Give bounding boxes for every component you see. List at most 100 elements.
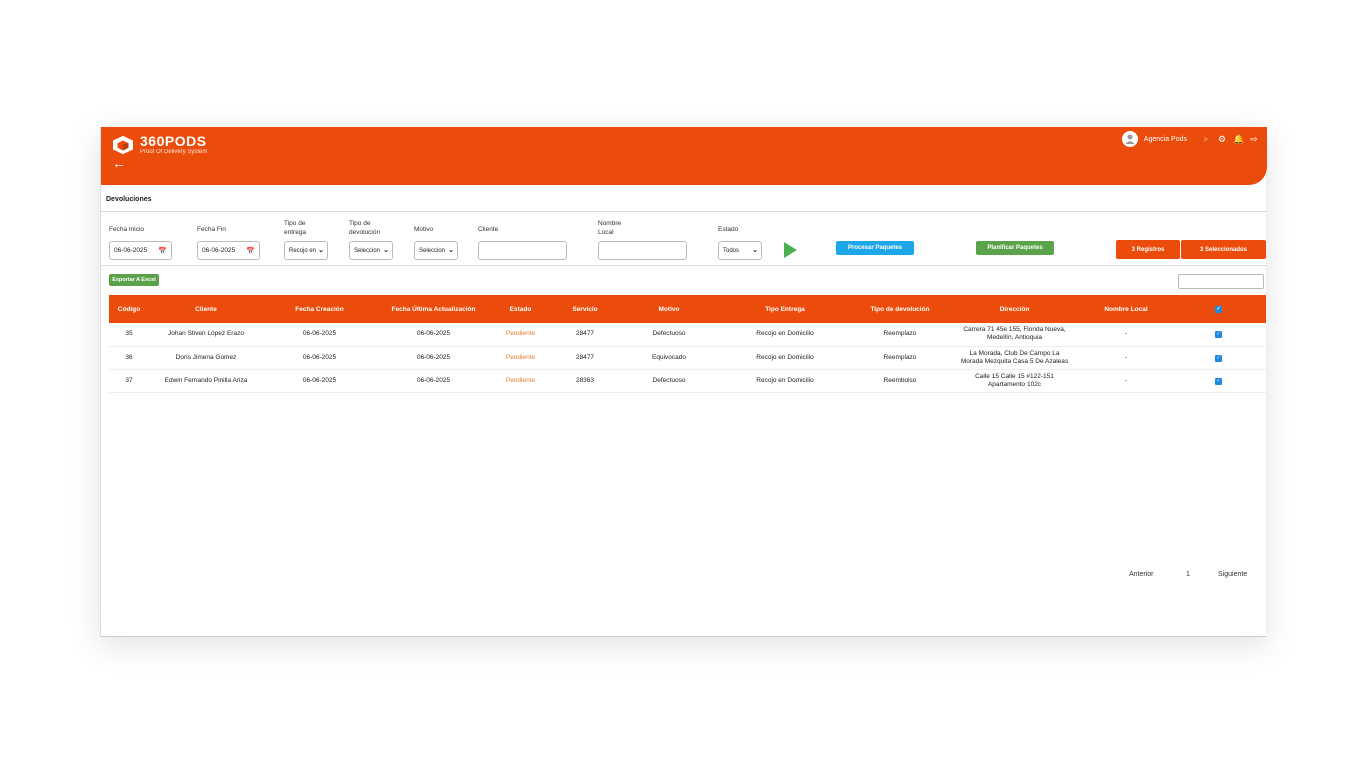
checkbox-checked-icon[interactable]: ✓: [1215, 377, 1222, 385]
cell-select[interactable]: ✓: [1171, 346, 1266, 370]
fecha-fin-label: Fecha Fin: [197, 226, 226, 233]
direccion-line2: Morada Mezquita Casa 5 De Azaleas: [960, 357, 1069, 365]
procesar-paquetes-button[interactable]: Procesar Paquetes: [836, 241, 914, 255]
table-row[interactable]: 36 Doris Jimena Gomez 06-06-2025 06-06-2…: [109, 346, 1266, 370]
motivo-select[interactable]: Seleccion ⌄: [414, 241, 458, 260]
header-tipo-entrega[interactable]: Tipo Entrega: [718, 295, 852, 323]
tipo-devolucion-label-line1: Tipo de: [349, 220, 371, 227]
cell-direccion: Carrera 71 45e 155, Florida Nueva, Medell…: [948, 323, 1081, 347]
tipo-entrega-label: Tipo de entrega: [284, 219, 306, 237]
cell-motivo: Equivocado: [620, 346, 718, 370]
nombre-local-input[interactable]: [598, 241, 687, 260]
pagination-prev[interactable]: Anterior: [1129, 571, 1154, 578]
cell-fecha-creacion: 06-06-2025: [263, 369, 376, 393]
header-estado[interactable]: Estado: [491, 295, 550, 323]
cell-fecha-actualizacion: 06-06-2025: [376, 369, 491, 393]
page-title: Devoluciones: [106, 196, 152, 203]
cell-servicio: 28477: [550, 346, 620, 370]
checkbox-checked-icon[interactable]: ✓: [1215, 354, 1222, 362]
header-cliente[interactable]: Cliente: [149, 295, 263, 323]
cell-cliente: Johan Stiven López Erazo: [149, 323, 263, 347]
tipo-entrega-select[interactable]: Recojo en ⌄: [284, 241, 328, 260]
header-tipo-devolucion[interactable]: Tipo de devolución: [852, 295, 948, 323]
exportar-excel-button[interactable]: Exportar A Excel: [109, 274, 159, 286]
cell-codigo: 37: [109, 369, 149, 393]
seleccionados-button[interactable]: 3 Seleccionados: [1181, 240, 1266, 259]
estado-select[interactable]: Todos ⌄: [718, 241, 762, 260]
cube-logo-icon: [113, 135, 133, 155]
estado-value: Todos: [723, 247, 740, 254]
tipo-devolucion-select[interactable]: Seleccion ⌄: [349, 241, 393, 260]
header-nombre-local[interactable]: Nombre Local: [1081, 295, 1171, 323]
share-icon[interactable]: ➤: [1201, 134, 1211, 145]
header-fecha-actualizacion[interactable]: Fecha Última Actualización: [376, 295, 491, 323]
fecha-inicio-input[interactable]: 06-06-2025 📅: [109, 241, 172, 260]
calendar-icon[interactable]: 📅: [158, 247, 167, 255]
direccion-line1: Calle 15 Calle 15 #122-151: [975, 372, 1054, 380]
direccion-line2: Apartamento 102c: [987, 380, 1042, 388]
table-row[interactable]: 37 Edwin Fernando Pinilla Ariza 06-06-20…: [109, 369, 1266, 393]
app-window: 360PODS Proof Of Delivery System ← Agenc…: [100, 127, 1267, 637]
cell-servicio: 28363: [550, 369, 620, 393]
cell-cliente: Edwin Fernando Pinilla Ariza: [149, 369, 263, 393]
motivo-label: Motivo: [414, 226, 434, 233]
cell-select[interactable]: ✓: [1171, 369, 1266, 393]
user-menu[interactable]: Agencia Pods: [1121, 131, 1187, 147]
motivo-value: Seleccion: [419, 247, 446, 254]
direccion-line1: Carrera 71 45e 155, Florida Nueva,: [963, 326, 1066, 334]
fecha-fin-input[interactable]: 06-06-2025 📅: [197, 241, 260, 260]
nombre-local-label-line1: Nombre: [598, 220, 622, 227]
cell-select[interactable]: ✓: [1171, 323, 1266, 347]
brand-logo[interactable]: 360PODS Proof Of Delivery System: [112, 134, 207, 156]
table-header-row: Código Cliente Fecha Creación Fecha Últi…: [109, 295, 1266, 323]
cell-fecha-creacion: 06-06-2025: [263, 346, 376, 370]
nombre-local-label: Nombre Local: [598, 219, 621, 237]
header-servicio[interactable]: Servicio: [550, 295, 620, 323]
cell-fecha-actualizacion: 06-06-2025: [376, 323, 491, 347]
play-icon[interactable]: [784, 242, 797, 258]
calendar-icon[interactable]: 📅: [246, 247, 255, 255]
cell-nombre-local: -: [1081, 369, 1171, 393]
cliente-input[interactable]: [478, 241, 567, 260]
checkbox-checked-icon[interactable]: ✓: [1215, 306, 1222, 313]
cell-fecha-actualizacion: 06-06-2025: [376, 346, 491, 370]
header-direccion[interactable]: Dirección: [948, 295, 1081, 323]
fecha-fin-value: 06-06-2025: [202, 247, 236, 254]
checkbox-checked-icon[interactable]: ✓: [1215, 331, 1222, 339]
header-select-all[interactable]: ✓: [1171, 295, 1266, 323]
devoluciones-table: Código Cliente Fecha Creación Fecha Últi…: [109, 295, 1266, 393]
pagination-page[interactable]: 1: [1186, 571, 1190, 578]
planificar-paquetes-button[interactable]: Planificar Paquetes: [976, 241, 1054, 255]
chevron-down-icon: ⌄: [752, 247, 758, 254]
cell-nombre-local: -: [1081, 346, 1171, 370]
logout-icon[interactable]: ⇨: [1249, 134, 1259, 145]
cell-servicio: 28477: [550, 323, 620, 347]
header-codigo[interactable]: Código: [109, 295, 149, 323]
tipo-entrega-label-line2: entrega: [284, 229, 307, 236]
chevron-down-icon: ⌄: [448, 247, 454, 254]
pagination-next[interactable]: Siguiente: [1218, 571, 1247, 578]
user-name: Agencia Pods: [1143, 135, 1187, 143]
tipo-devolucion-label-line2: devolución: [349, 229, 381, 236]
direccion-line1: La Morada, Club De Campo La: [969, 349, 1060, 357]
cell-tipo-entrega: Recojo en Domicilio: [718, 369, 852, 393]
back-arrow-icon[interactable]: ←: [112, 155, 126, 171]
chevron-down-icon: ⌄: [318, 247, 324, 254]
filters-bar: Fecha Inicio 06-06-2025 📅 Fecha Fin 06-0…: [101, 211, 1267, 266]
cell-codigo: 36: [109, 346, 149, 370]
cell-direccion: Calle 15 Calle 15 #122-151 Apartamento 10…: [948, 369, 1081, 393]
cell-fecha-creacion: 06-06-2025: [263, 323, 376, 347]
nombre-local-label-line2: Local: [598, 229, 614, 236]
table-row[interactable]: 35 Johan Stiven López Erazo 06-06-2025 0…: [109, 323, 1266, 347]
bell-icon[interactable]: 🔔: [1233, 134, 1244, 145]
table-search-input[interactable]: [1178, 274, 1264, 289]
tipo-entrega-label-line1: Tipo de: [284, 220, 306, 227]
cell-estado: Pendiente: [491, 369, 550, 393]
cell-tipo-entrega: Recojo en Domicilio: [718, 323, 852, 347]
header-fecha-creacion[interactable]: Fecha Creación: [263, 295, 376, 323]
gear-icon[interactable]: ⚙: [1217, 134, 1227, 145]
header-motivo[interactable]: Motivo: [620, 295, 718, 323]
cell-estado: Pendiente: [491, 346, 550, 370]
cell-cliente: Doris Jimena Gomez: [149, 346, 263, 370]
registros-button[interactable]: 3 Registros: [1116, 240, 1180, 259]
